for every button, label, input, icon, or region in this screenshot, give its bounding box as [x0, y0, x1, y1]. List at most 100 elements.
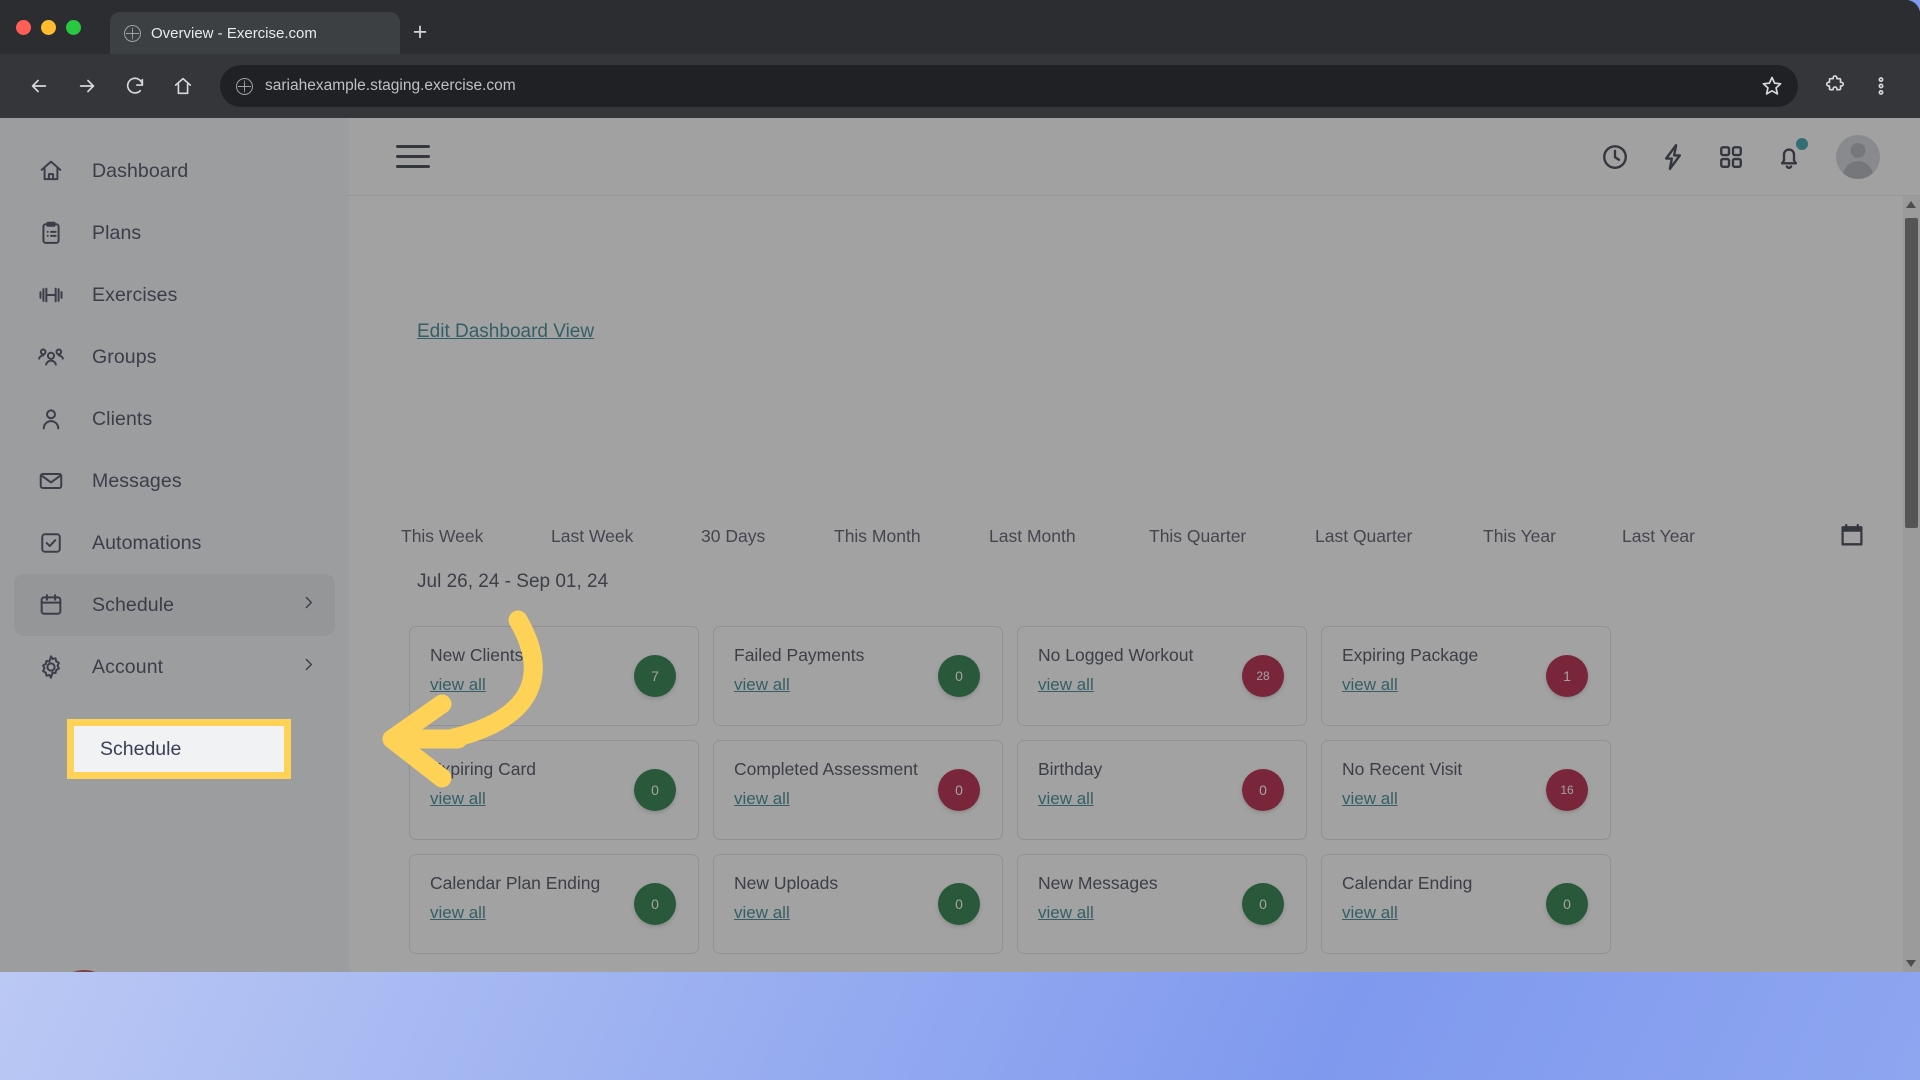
forward-button[interactable]	[66, 65, 108, 107]
stat-card[interactable]: Completed Assessment view all 0	[713, 740, 1003, 840]
home-icon	[36, 156, 66, 186]
tab-last-year[interactable]: Last Year	[1622, 526, 1695, 547]
stat-card-view-all-link[interactable]: view all	[1342, 675, 1398, 695]
globe-favicon-icon	[124, 24, 141, 42]
brand-logo	[52, 970, 116, 972]
stat-card[interactable]: Calendar Ending view all 0	[1321, 854, 1611, 954]
back-button[interactable]	[18, 65, 60, 107]
tab-last-month[interactable]: Last Month	[989, 526, 1149, 547]
sidebar-item-label: Groups	[92, 345, 157, 368]
sidebar-item-plans[interactable]: Plans	[14, 202, 335, 264]
tab-this-month[interactable]: This Month	[834, 526, 989, 547]
annotation-arrow-icon	[382, 610, 543, 788]
page-scrollbar-thumb[interactable]	[1905, 218, 1918, 528]
stat-card-view-all-link[interactable]: view all	[734, 903, 790, 923]
site-globe-icon	[236, 77, 253, 95]
app-header	[349, 118, 1920, 196]
new-tab-button[interactable]: +	[408, 20, 432, 46]
bell-icon[interactable]	[1760, 128, 1818, 186]
status-badge: 0	[938, 769, 980, 811]
minimize-window-button[interactable]	[41, 20, 56, 35]
stat-card-view-all-link[interactable]: view all	[1038, 789, 1094, 809]
stat-card-view-all-link[interactable]: view all	[1342, 903, 1398, 923]
tab-this-week[interactable]: This Week	[401, 526, 551, 547]
status-badge: 28	[1242, 655, 1284, 697]
checkbox-icon	[36, 528, 66, 558]
sidebar-item-label: Account	[92, 655, 164, 678]
highlight-box-schedule[interactable]: Schedule	[67, 719, 291, 779]
app-sidebar: Dashboard Plans Exercises Groups Clients…	[0, 118, 349, 972]
web-page-viewport: Dashboard Plans Exercises Groups Clients…	[0, 118, 1920, 972]
home-button[interactable]	[162, 65, 204, 107]
tab-30-days[interactable]: 30 Days	[701, 526, 834, 547]
edit-dashboard-view-link[interactable]: Edit Dashboard View	[417, 321, 594, 343]
status-badge: 0	[1242, 769, 1284, 811]
tab-this-quarter[interactable]: This Quarter	[1149, 526, 1315, 547]
stat-card-view-all-link[interactable]: view all	[1038, 675, 1094, 695]
sidebar-item-label: Plans	[92, 221, 142, 244]
scroll-up-arrow-icon[interactable]	[1906, 201, 1916, 208]
sidebar-item-groups[interactable]: Groups	[14, 326, 335, 388]
sidebar-item-label: Dashboard	[92, 159, 189, 182]
avatar[interactable]	[1836, 134, 1880, 179]
stat-card[interactable]: Expiring Package view all 1	[1321, 626, 1611, 726]
stat-card[interactable]: Calendar Plan Ending view all 0	[409, 854, 699, 954]
sidebar-item-dashboard[interactable]: Dashboard	[14, 140, 335, 202]
stat-card-view-all-link[interactable]: view all	[1342, 789, 1398, 809]
date-range-tabs: This Week Last Week 30 Days This Month L…	[401, 526, 1821, 547]
sidebar-item-messages[interactable]: Messages	[14, 450, 335, 512]
reload-button[interactable]	[114, 65, 156, 107]
sidebar-item-schedule[interactable]: Schedule	[14, 574, 335, 636]
sidebar-item-clients[interactable]: Clients	[14, 388, 335, 450]
stat-card-view-all-link[interactable]: view all	[430, 903, 486, 923]
stat-card-view-all-link[interactable]: view all	[1038, 903, 1094, 923]
sidebar-item-exercises[interactable]: Exercises	[14, 264, 335, 326]
status-badge: 0	[938, 655, 980, 697]
stat-card[interactable]: New Messages view all 0	[1017, 854, 1307, 954]
stat-card[interactable]: No Recent Visit view all 16	[1321, 740, 1611, 840]
status-badge: 1	[1546, 655, 1588, 697]
browser-tab-strip: Overview - Exercise.com +	[0, 0, 1920, 54]
stat-card-view-all-link[interactable]: view all	[734, 789, 790, 809]
bookmark-star-icon[interactable]	[1760, 74, 1784, 98]
stat-card[interactable]: Failed Payments view all 0	[713, 626, 1003, 726]
close-window-button[interactable]	[16, 20, 31, 35]
sidebar-item-label: Messages	[92, 469, 182, 492]
tab-last-quarter[interactable]: Last Quarter	[1315, 526, 1483, 547]
browser-window: Overview - Exercise.com + sariahexample.…	[0, 0, 1920, 972]
lightning-icon[interactable]	[1644, 128, 1702, 186]
browser-tab[interactable]: Overview - Exercise.com	[110, 12, 400, 54]
gear-icon	[36, 652, 66, 682]
window-traffic-lights[interactable]	[16, 20, 81, 35]
calendar-picker-icon[interactable]	[1838, 521, 1866, 549]
stat-card[interactable]: No Logged Workout view all 28	[1017, 626, 1307, 726]
sidebar-item-label: Clients	[92, 407, 153, 430]
status-badge: 0	[938, 883, 980, 925]
clipboard-icon	[36, 218, 66, 248]
dumbbell-icon	[36, 280, 66, 310]
status-badge: 0	[634, 769, 676, 811]
scroll-down-arrow-icon[interactable]	[1906, 960, 1916, 967]
maximize-window-button[interactable]	[66, 20, 81, 35]
clock-icon[interactable]	[1586, 128, 1644, 186]
highlight-label: Schedule	[100, 737, 182, 760]
address-bar[interactable]: sariahexample.staging.exercise.com	[220, 65, 1798, 107]
browser-menu-button[interactable]	[1860, 65, 1902, 107]
calendar-icon	[36, 590, 66, 620]
apps-grid-icon[interactable]	[1702, 128, 1760, 186]
extensions-puzzle-icon[interactable]	[1814, 65, 1856, 107]
page-scrollbar[interactable]	[1903, 196, 1920, 972]
sidebar-item-automations[interactable]: Automations	[14, 512, 335, 574]
sidebar-item-account[interactable]: Account	[14, 636, 335, 698]
status-badge: 0	[634, 883, 676, 925]
status-badge: 7	[634, 655, 676, 697]
tab-this-year[interactable]: This Year	[1483, 526, 1622, 547]
url-text: sariahexample.staging.exercise.com	[265, 77, 516, 94]
stat-card[interactable]: Birthday view all 0	[1017, 740, 1307, 840]
stat-card[interactable]: New Uploads view all 0	[713, 854, 1003, 954]
sidebar-item-label: Schedule	[92, 593, 175, 616]
group-icon	[36, 342, 66, 372]
menu-icon[interactable]	[396, 142, 430, 172]
tab-last-week[interactable]: Last Week	[551, 526, 701, 547]
stat-card-view-all-link[interactable]: view all	[734, 675, 790, 695]
